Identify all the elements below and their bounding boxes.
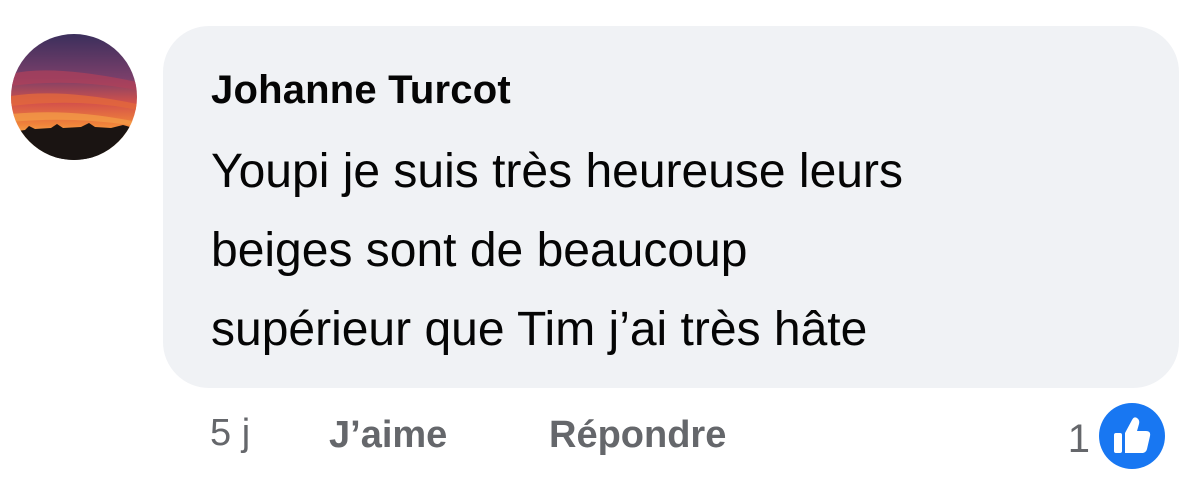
reaction-count: 1 [1067,416,1090,461]
comment-text-line: beiges sont de beaucoup [211,224,748,277]
comment-text-line: supérieur que Tim j’ai très hâte [211,303,868,356]
comment-bubble: Johanne Turcot Youpi je suis très heureu… [163,26,1179,388]
avatar[interactable] [11,34,137,160]
sunset-photo-icon [11,34,137,160]
like-button[interactable]: J’aime [329,414,447,457]
comment-text: Youpi je suis très heureuse leurs beiges… [211,132,1111,369]
comment-author-name[interactable]: Johanne Turcot [211,68,511,113]
reactions-summary[interactable]: 1 [1068,400,1168,472]
comment-timestamp[interactable]: 5 j [210,412,250,455]
reply-button[interactable]: Répondre [549,414,726,457]
comment-text-line: Youpi je suis très heureuse leurs [211,145,903,198]
thumbs-up-icon [1096,400,1168,472]
